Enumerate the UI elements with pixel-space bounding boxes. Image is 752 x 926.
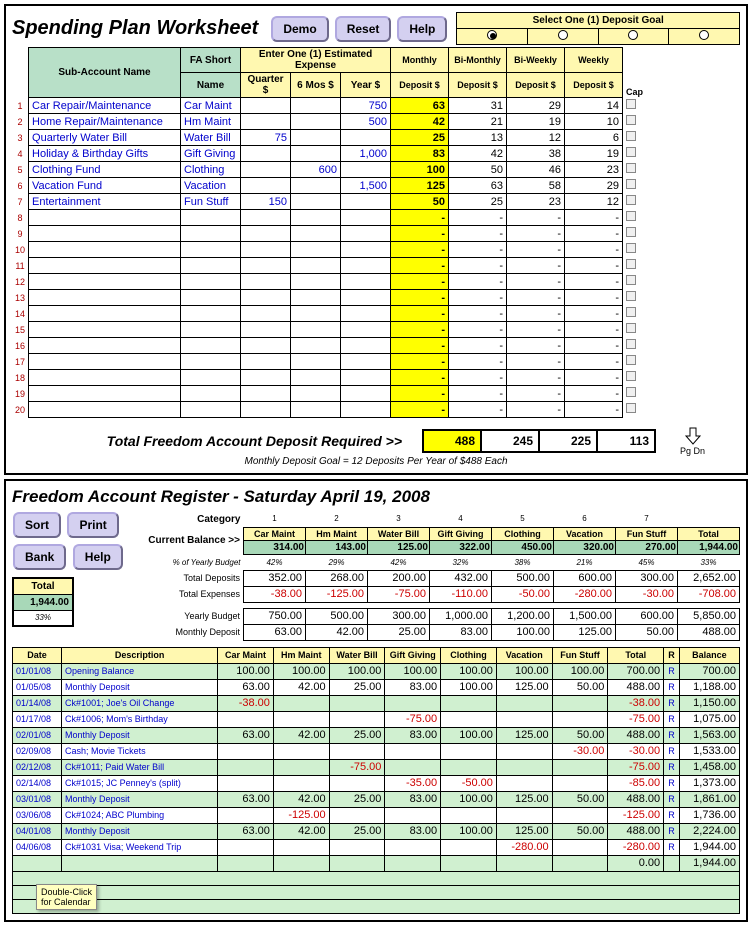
- transaction-row: 04/06/08 Ck#1031 Visa; Weekend Trip -280…: [13, 839, 740, 855]
- help-button-2[interactable]: Help: [73, 544, 123, 570]
- totalbox-pct: 33%: [13, 610, 73, 626]
- worksheet-row: 7 Entertainment Fun Stuff 150 50 25 23 1…: [12, 194, 646, 210]
- worksheet-panel: Spending Plan Worksheet Demo Reset Help …: [4, 4, 748, 475]
- total-weekly: 113: [597, 430, 655, 452]
- total-label: Total Freedom Account Deposit Required >…: [12, 433, 402, 449]
- cap-checkbox[interactable]: [626, 259, 636, 269]
- worksheet-row: 12 - - - -: [12, 274, 646, 290]
- subaccount-header: Sub-Account Name: [29, 48, 181, 98]
- radio-weekly[interactable]: [699, 30, 709, 40]
- transaction-row: 0.00 1,944.00: [13, 855, 740, 871]
- bank-button[interactable]: Bank: [13, 544, 66, 570]
- cap-checkbox[interactable]: [626, 163, 636, 173]
- cap-checkbox[interactable]: [626, 115, 636, 125]
- help-button[interactable]: Help: [397, 16, 447, 42]
- worksheet-row: 14 - - - -: [12, 306, 646, 322]
- cap-checkbox[interactable]: [626, 355, 636, 365]
- transaction-row: 01/17/08 Ck#1006; Mom's Birthday -75.00 …: [13, 711, 740, 727]
- register-title: Freedom Account Register: [12, 487, 229, 506]
- transaction-row: 02/01/08 Monthly Deposit 63.0042.0025.00…: [13, 727, 740, 743]
- transaction-row: 04/01/08 Monthly Deposit 63.0042.0025.00…: [13, 823, 740, 839]
- worksheet-row: 17 - - - -: [12, 354, 646, 370]
- worksheet-row: 19 - - - -: [12, 386, 646, 402]
- radio-biweekly[interactable]: [628, 30, 638, 40]
- total-bimonthly: 245: [481, 430, 539, 452]
- demo-button[interactable]: Demo: [271, 16, 328, 42]
- register-date: Saturday April 19, 2008: [243, 487, 429, 506]
- cap-checkbox[interactable]: [626, 291, 636, 301]
- transaction-row: 03/06/08 Ck#1024; ABC Plumbing -125.00 -…: [13, 807, 740, 823]
- calendar-tooltip: Double-Click for Calendar: [36, 884, 97, 910]
- worksheet-row: 1 Car Repair/Maintenance Car Maint 750 6…: [12, 98, 646, 114]
- transaction-row: 02/12/08 Ck#1011; Paid Water Bill -75.00…: [13, 759, 740, 775]
- transaction-row: 02/14/08 Ck#1015; JC Penney's (split) -3…: [13, 775, 740, 791]
- deposit-goal-header: Select One (1) Deposit Goal: [457, 13, 740, 29]
- reset-button[interactable]: Reset: [335, 16, 392, 42]
- cap-checkbox[interactable]: [626, 227, 636, 237]
- cap-checkbox[interactable]: [626, 387, 636, 397]
- worksheet-table: Sub-Account Name FA Short Enter One (1) …: [12, 47, 646, 418]
- cap-checkbox[interactable]: [626, 275, 636, 285]
- worksheet-row: 13 - - - -: [12, 290, 646, 306]
- total-monthly: 488: [423, 430, 481, 452]
- print-button[interactable]: Print: [67, 512, 118, 538]
- radio-monthly[interactable]: [487, 30, 497, 40]
- cap-checkbox[interactable]: [626, 211, 636, 221]
- cap-checkbox[interactable]: [626, 323, 636, 333]
- cap-checkbox[interactable]: [626, 339, 636, 349]
- cap-checkbox[interactable]: [626, 371, 636, 381]
- worksheet-row: 16 - - - -: [12, 338, 646, 354]
- worksheet-row: 3 Quarterly Water Bill Water Bill 75 25 …: [12, 130, 646, 146]
- arrow-down-icon: [683, 426, 703, 446]
- transaction-table: DateDescriptionCar MaintHm MaintWater Bi…: [12, 647, 740, 914]
- worksheet-row: 9 - - - -: [12, 226, 646, 242]
- totalbox-label: Total: [13, 578, 73, 594]
- worksheet-row: 5 Clothing Fund Clothing 600 100 50 46 2…: [12, 162, 646, 178]
- cap-checkbox[interactable]: [626, 195, 636, 205]
- cap-checkbox[interactable]: [626, 131, 636, 141]
- cap-checkbox[interactable]: [626, 147, 636, 157]
- cap-checkbox[interactable]: [626, 307, 636, 317]
- deposit-note: Monthly Deposit Goal = 12 Deposits Per Y…: [12, 456, 740, 467]
- cap-checkbox[interactable]: [626, 99, 636, 109]
- radio-bimonthly[interactable]: [558, 30, 568, 40]
- totalbox-value: 1,944.00: [13, 594, 73, 610]
- worksheet-row: 8 - - - -: [12, 210, 646, 226]
- cap-checkbox[interactable]: [626, 179, 636, 189]
- worksheet-row: 2 Home Repair/Maintenance Hm Maint 500 4…: [12, 114, 646, 130]
- worksheet-row: 20 - - - -: [12, 402, 646, 418]
- register-panel: Freedom Account Register - Saturday Apri…: [4, 479, 748, 922]
- worksheet-row: 6 Vacation Fund Vacation 1,500 125 63 58…: [12, 178, 646, 194]
- transaction-row: 01/01/08 Opening Balance 100.00100.00100…: [13, 663, 740, 679]
- summary-table: Category1234567 Current Balance >>Car Ma…: [142, 511, 740, 641]
- worksheet-row: 4 Holiday & Birthday Gifts Gift Giving 1…: [12, 146, 646, 162]
- cap-checkbox[interactable]: [626, 243, 636, 253]
- transaction-row: 03/01/08 Monthly Deposit 63.0042.0025.00…: [13, 791, 740, 807]
- worksheet-row: 10 - - - -: [12, 242, 646, 258]
- page-down-button[interactable]: Pg Dn: [680, 426, 705, 456]
- transaction-row: 01/14/08 Ck#1001; Joe's Oil Change -38.0…: [13, 695, 740, 711]
- sort-button[interactable]: Sort: [13, 512, 61, 538]
- total-biweekly: 225: [539, 430, 597, 452]
- cap-checkbox[interactable]: [626, 403, 636, 413]
- transaction-row: 01/05/08 Monthly Deposit 63.0042.0025.00…: [13, 679, 740, 695]
- worksheet-title: Spending Plan Worksheet: [12, 17, 258, 40]
- worksheet-row: 11 - - - -: [12, 258, 646, 274]
- worksheet-row: 18 - - - -: [12, 370, 646, 386]
- transaction-row: 02/09/08 Cash; Movie Tickets -30.00 -30.…: [13, 743, 740, 759]
- worksheet-row: 15 - - - -: [12, 322, 646, 338]
